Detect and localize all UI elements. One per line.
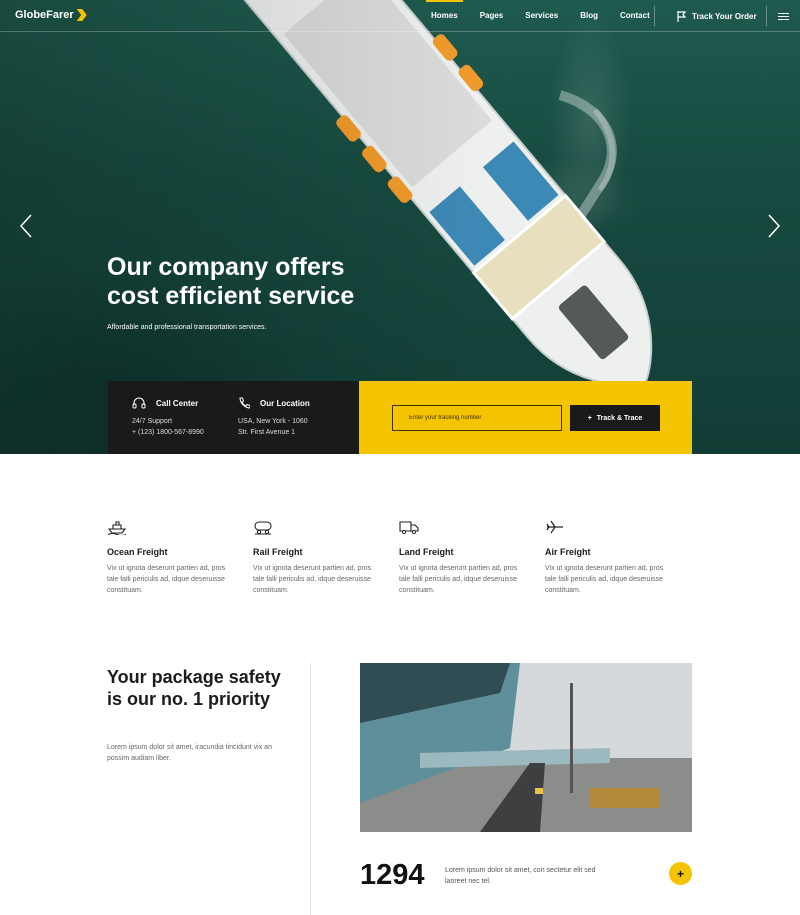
service-ocean-freight[interactable]: Ocean Freight Vix ut ignota deserunt par… xyxy=(107,519,232,596)
hero-section: GlobeFarer Homes Pages Services Blog Con… xyxy=(0,0,800,454)
service-text: Vix ut ignota deserunt partien ad, pros … xyxy=(545,565,664,594)
service-air-freight[interactable]: Air Freight Vix ut ignota deserunt parti… xyxy=(545,519,670,596)
location-title: Our Location xyxy=(260,399,310,408)
truck-icon xyxy=(399,521,419,535)
safety-text: Lorem ipsum dolor sit amet, iracundia ti… xyxy=(107,744,272,762)
nav-item-services[interactable]: Services xyxy=(514,0,569,32)
counter-value: 1294 xyxy=(360,859,425,891)
service-text: Vix ut ignota deserunt partien ad, pros … xyxy=(399,565,518,594)
nav-item-contact[interactable]: Contact xyxy=(609,0,661,32)
headset-icon xyxy=(132,397,146,409)
tracking-number-input[interactable] xyxy=(392,405,562,431)
tracking-box: + Track & Trace xyxy=(359,381,692,454)
service-text: Vix ut ignota deserunt partien ad, pros … xyxy=(107,565,226,594)
ship-icon xyxy=(107,521,127,535)
service-land-freight[interactable]: Land Freight Vix ut ignota deserunt part… xyxy=(399,519,524,596)
call-center-phone[interactable]: + (123) 1800-567-8990 xyxy=(132,427,204,438)
call-center-line1: 24/7 Support xyxy=(132,418,173,425)
main-nav: Homes Pages Services Blog Contact xyxy=(420,0,661,32)
airport-image xyxy=(360,663,692,832)
location-block: Our Location USA, New York - 1060 Str. F… xyxy=(238,397,310,438)
logo-text: GlobeFarer xyxy=(15,9,74,21)
plane-icon xyxy=(546,520,563,534)
divider xyxy=(310,663,311,915)
contact-info-box: Call Center 24/7 Support + (123) 1800-56… xyxy=(108,381,359,454)
expand-plus-button[interactable]: + xyxy=(669,862,692,885)
top-navigation: GlobeFarer Homes Pages Services Blog Con… xyxy=(0,0,800,32)
service-title: Air Freight xyxy=(545,547,591,557)
nav-item-blog[interactable]: Blog xyxy=(569,0,609,32)
train-icon xyxy=(254,521,272,535)
service-text: Vix ut ignota deserunt partien ad, pros … xyxy=(253,565,372,594)
hero-subtitle: Affordable and professional transportati… xyxy=(107,324,267,331)
location-line2: Str. First Avenue 1 xyxy=(238,429,296,436)
slider-prev-arrow-icon[interactable] xyxy=(19,214,33,238)
counter-text: Lorem ipsum dolor sit amet, con sectetur… xyxy=(445,867,596,885)
hero-title-line2: cost efficient service xyxy=(107,282,355,310)
track-order-link[interactable]: Track Your Order xyxy=(654,6,757,26)
logo-chevron-icon xyxy=(76,9,87,21)
menu-icon[interactable] xyxy=(766,6,800,26)
track-order-label: Track Your Order xyxy=(692,11,757,21)
logo[interactable]: GlobeFarer xyxy=(15,9,87,21)
nav-item-pages[interactable]: Pages xyxy=(469,0,515,32)
service-title: Land Freight xyxy=(399,547,454,557)
phone-icon xyxy=(239,397,250,409)
slider-next-arrow-icon[interactable] xyxy=(767,214,781,238)
hero-title-line1: Our company offers xyxy=(107,253,345,281)
nav-item-homes[interactable]: Homes xyxy=(420,0,469,32)
track-trace-button[interactable]: + Track & Trace xyxy=(570,405,660,431)
flag-icon xyxy=(677,10,687,22)
hero-title: Our company offers cost efficient servic… xyxy=(107,253,427,311)
call-center-block: Call Center 24/7 Support + (123) 1800-56… xyxy=(132,397,204,438)
safety-heading: Your package safety is our no. 1 priorit… xyxy=(107,667,281,709)
location-line1: USA, New York - 1060 xyxy=(238,418,308,425)
plus-icon: + xyxy=(587,414,592,422)
track-trace-label: Track & Trace xyxy=(596,414,643,422)
service-rail-freight[interactable]: Rail Freight Vix ut ignota deserunt part… xyxy=(253,519,378,596)
service-title: Rail Freight xyxy=(253,547,303,557)
call-center-title: Call Center xyxy=(156,399,199,408)
service-title: Ocean Freight xyxy=(107,547,168,557)
